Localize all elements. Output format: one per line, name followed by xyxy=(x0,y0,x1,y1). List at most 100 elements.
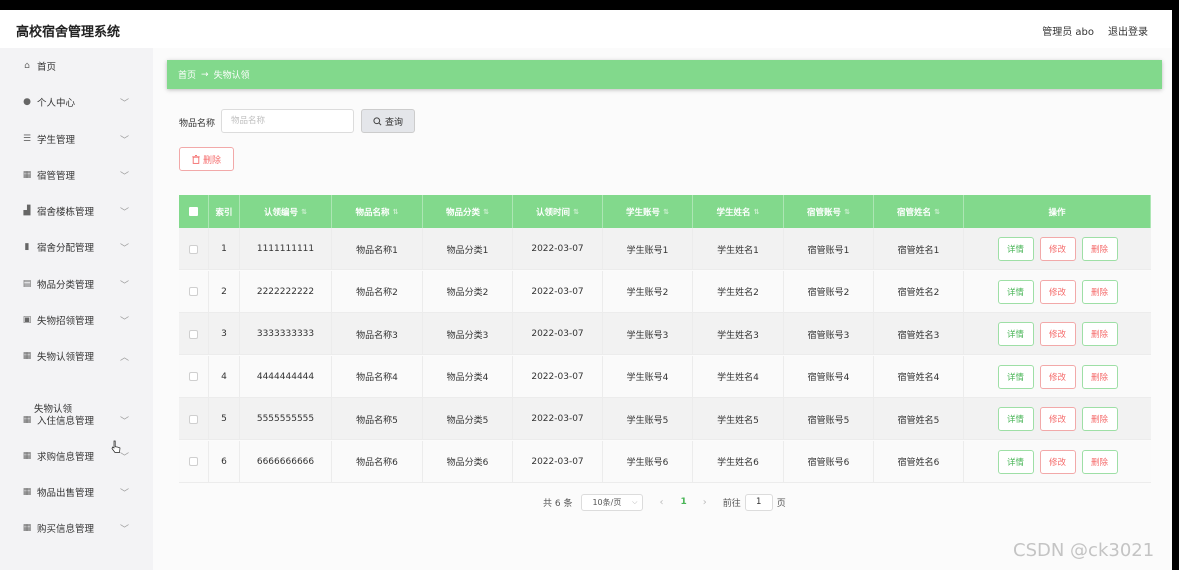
edit-button[interactable]: 修改 xyxy=(1039,322,1076,346)
delete-button[interactable]: 删除 xyxy=(1081,449,1118,474)
select-all-cell xyxy=(179,195,209,228)
sidebar-item[interactable]: ☰ 学生管理 ﹀ xyxy=(0,121,153,157)
sidebar-subitem-lost-claim[interactable]: 失物认领 xyxy=(34,401,72,415)
table-row: 6 6666666666 物品名称6 物品分类6 2022-03-07 学生账号6 学生姓名… xyxy=(179,440,1151,483)
row-checkbox[interactable] xyxy=(189,329,198,339)
sidebar-item-label: 失物招领管理 xyxy=(37,316,95,327)
row-actions: 详情 修改 删除 xyxy=(964,228,1151,270)
table-cell-student-name: 学生姓名4 xyxy=(693,355,784,398)
delete-button[interactable]: 删除 xyxy=(1081,237,1118,261)
edit-button[interactable]: 修改 xyxy=(1039,407,1076,431)
prev-page-icon[interactable]: ‹ xyxy=(659,497,663,508)
row-checkbox[interactable] xyxy=(189,244,198,254)
current-page-number[interactable]: 1 xyxy=(680,497,686,507)
detail-button[interactable]: 详情 xyxy=(997,364,1034,389)
column-header[interactable]: 物品名称 ⇅ xyxy=(332,195,423,228)
item-name-search-input[interactable] xyxy=(221,109,354,133)
sort-icon[interactable]: ⇅ xyxy=(844,208,850,216)
delete-button[interactable]: 删除 xyxy=(1081,279,1118,304)
table-row: 1 1111111111 物品名称1 物品分类1 2022-03-07 学生账号1 学生姓名… xyxy=(179,228,1151,270)
table-cell-item-name: 物品名称4 xyxy=(332,355,423,398)
delete-button[interactable]: 删除 xyxy=(1081,364,1118,389)
table-cell-manager-name: 宿管姓名1 xyxy=(874,228,964,270)
sidebar-item[interactable]: ▦ 求购信息管理 ﹀ xyxy=(0,438,153,474)
table-cell-manager-name: 宿管姓名6 xyxy=(874,440,964,483)
chevron-down-icon: ﹀ xyxy=(120,316,130,327)
sidebar-item[interactable]: ▤ 物品分类管理 ﹀ xyxy=(0,266,153,302)
chevron-down-icon: ﹀ xyxy=(120,243,130,254)
row-checkbox[interactable] xyxy=(189,457,198,466)
column-header-label: 认领编号 xyxy=(264,207,299,218)
column-header[interactable]: 学生账号 ⇅ xyxy=(603,195,693,228)
detail-button[interactable]: 详情 xyxy=(997,237,1034,261)
sort-icon[interactable]: ⇅ xyxy=(393,208,399,216)
page-size-select[interactable]: 10条/页 ⌵ xyxy=(581,493,644,511)
column-header-label: 学生账号 xyxy=(626,207,661,218)
table-cell-item-name: 物品名称3 xyxy=(332,313,423,355)
row-actions: 详情 修改 删除 xyxy=(964,271,1151,313)
table-cell-time: 2022-03-07 xyxy=(513,313,603,355)
edit-button[interactable]: 修改 xyxy=(1039,279,1076,304)
edit-button[interactable]: 修改 xyxy=(1039,364,1076,389)
column-header[interactable]: 学生姓名 ⇅ xyxy=(693,195,784,228)
table-row: 2 2222222222 物品名称2 物品分类2 2022-03-07 学生账号2 学生姓名… xyxy=(179,270,1151,313)
search-button[interactable]: 查询 xyxy=(361,109,415,133)
table-cell-index: 4 xyxy=(209,355,240,398)
sidebar-item[interactable]: ▦ 失物认领管理 ︿ xyxy=(0,338,153,374)
sort-icon[interactable]: ⇅ xyxy=(301,208,307,216)
column-header[interactable]: 宿管姓名 ⇅ xyxy=(874,195,964,228)
edit-button[interactable]: 修改 xyxy=(1039,449,1076,474)
delete-button[interactable]: 删除 xyxy=(1081,322,1118,346)
sort-icon[interactable]: ⇅ xyxy=(573,208,579,216)
grid-icon: ▦ xyxy=(22,487,32,497)
column-header[interactable]: 宿管账号 ⇅ xyxy=(784,195,874,228)
detail-button[interactable]: 详情 xyxy=(997,407,1034,431)
table-cell-code: 3333333333 xyxy=(240,313,332,355)
table-cell-code: 4444444444 xyxy=(240,355,332,398)
goto-suffix: 页 xyxy=(776,498,786,509)
select-all-checkbox[interactable] xyxy=(189,207,198,216)
table-row: 4 4444444444 物品名称4 物品分类4 2022-03-07 学生账号4 学生姓名… xyxy=(179,355,1151,398)
table-cell-manager-account: 宿管账号3 xyxy=(784,313,874,355)
detail-button[interactable]: 详情 xyxy=(997,279,1034,304)
table-cell-time: 2022-03-07 xyxy=(513,228,603,270)
next-page-icon[interactable]: › xyxy=(703,497,707,508)
column-header[interactable]: 认领时间 ⇅ xyxy=(513,195,603,228)
column-header[interactable]: 物品分类 ⇅ xyxy=(423,195,513,228)
sidebar-item[interactable]: ▟ 宿舍楼栋管理 ﹀ xyxy=(0,193,153,229)
row-checkbox[interactable] xyxy=(189,287,198,296)
sidebar-item[interactable]: ▮ 宿舍分配管理 ﹀ xyxy=(0,229,153,265)
breadcrumb-home[interactable]: 首页 xyxy=(178,68,196,81)
sidebar-item[interactable]: ▦ 购买信息管理 ﹀ xyxy=(0,510,153,546)
goto-page-input[interactable]: 1 xyxy=(744,493,773,511)
top-header: 高校宿舍管理系统 管理员 abo 退出登录 xyxy=(0,10,1172,48)
column-header[interactable]: 认领编号 ⇅ xyxy=(240,195,332,228)
logout-link[interactable]: 退出登录 xyxy=(1108,23,1148,38)
home-icon: ⌂ xyxy=(24,61,30,71)
table-cell-manager-name: 宿管姓名5 xyxy=(874,398,964,440)
sort-icon[interactable]: ⇅ xyxy=(483,208,489,216)
sidebar-item[interactable]: ▦ 宿管管理 ﹀ xyxy=(0,157,153,193)
table-cell-manager-account: 宿管账号2 xyxy=(784,270,874,313)
sidebar-item[interactable]: ● 个人中心 ﹀ xyxy=(0,84,153,120)
table-cell-code: 2222222222 xyxy=(240,270,332,313)
edit-button[interactable]: 修改 xyxy=(1039,237,1076,261)
row-checkbox[interactable] xyxy=(189,414,198,424)
chevron-down-icon: ﹀ xyxy=(120,488,130,499)
sidebar-item[interactable]: ▦ 物品出售管理 ﹀ xyxy=(0,474,153,510)
detail-button[interactable]: 详情 xyxy=(997,322,1034,346)
sort-icon[interactable]: ⇅ xyxy=(934,208,940,216)
table-cell-category: 物品分类1 xyxy=(423,228,513,270)
header-actions: 管理员 abo 退出登录 xyxy=(1042,23,1148,38)
sort-icon[interactable]: ⇅ xyxy=(754,208,760,216)
sidebar-item[interactable]: ▣ 失物招领管理 ﹀ xyxy=(0,302,153,338)
bulk-delete-button[interactable]: 删除 xyxy=(179,147,234,171)
detail-button[interactable]: 详情 xyxy=(997,449,1034,474)
row-checkbox[interactable] xyxy=(189,372,198,381)
sort-icon[interactable]: ⇅ xyxy=(663,208,669,216)
sidebar-item[interactable]: ▦ 入住信息管理 ﹀ xyxy=(0,402,153,438)
user-label[interactable]: 管理员 abo xyxy=(1042,23,1094,38)
sidebar-item[interactable]: ⌂ 首页 xyxy=(0,48,153,84)
delete-button[interactable]: 删除 xyxy=(1081,407,1118,431)
grid-icon: ▦ xyxy=(22,523,32,533)
